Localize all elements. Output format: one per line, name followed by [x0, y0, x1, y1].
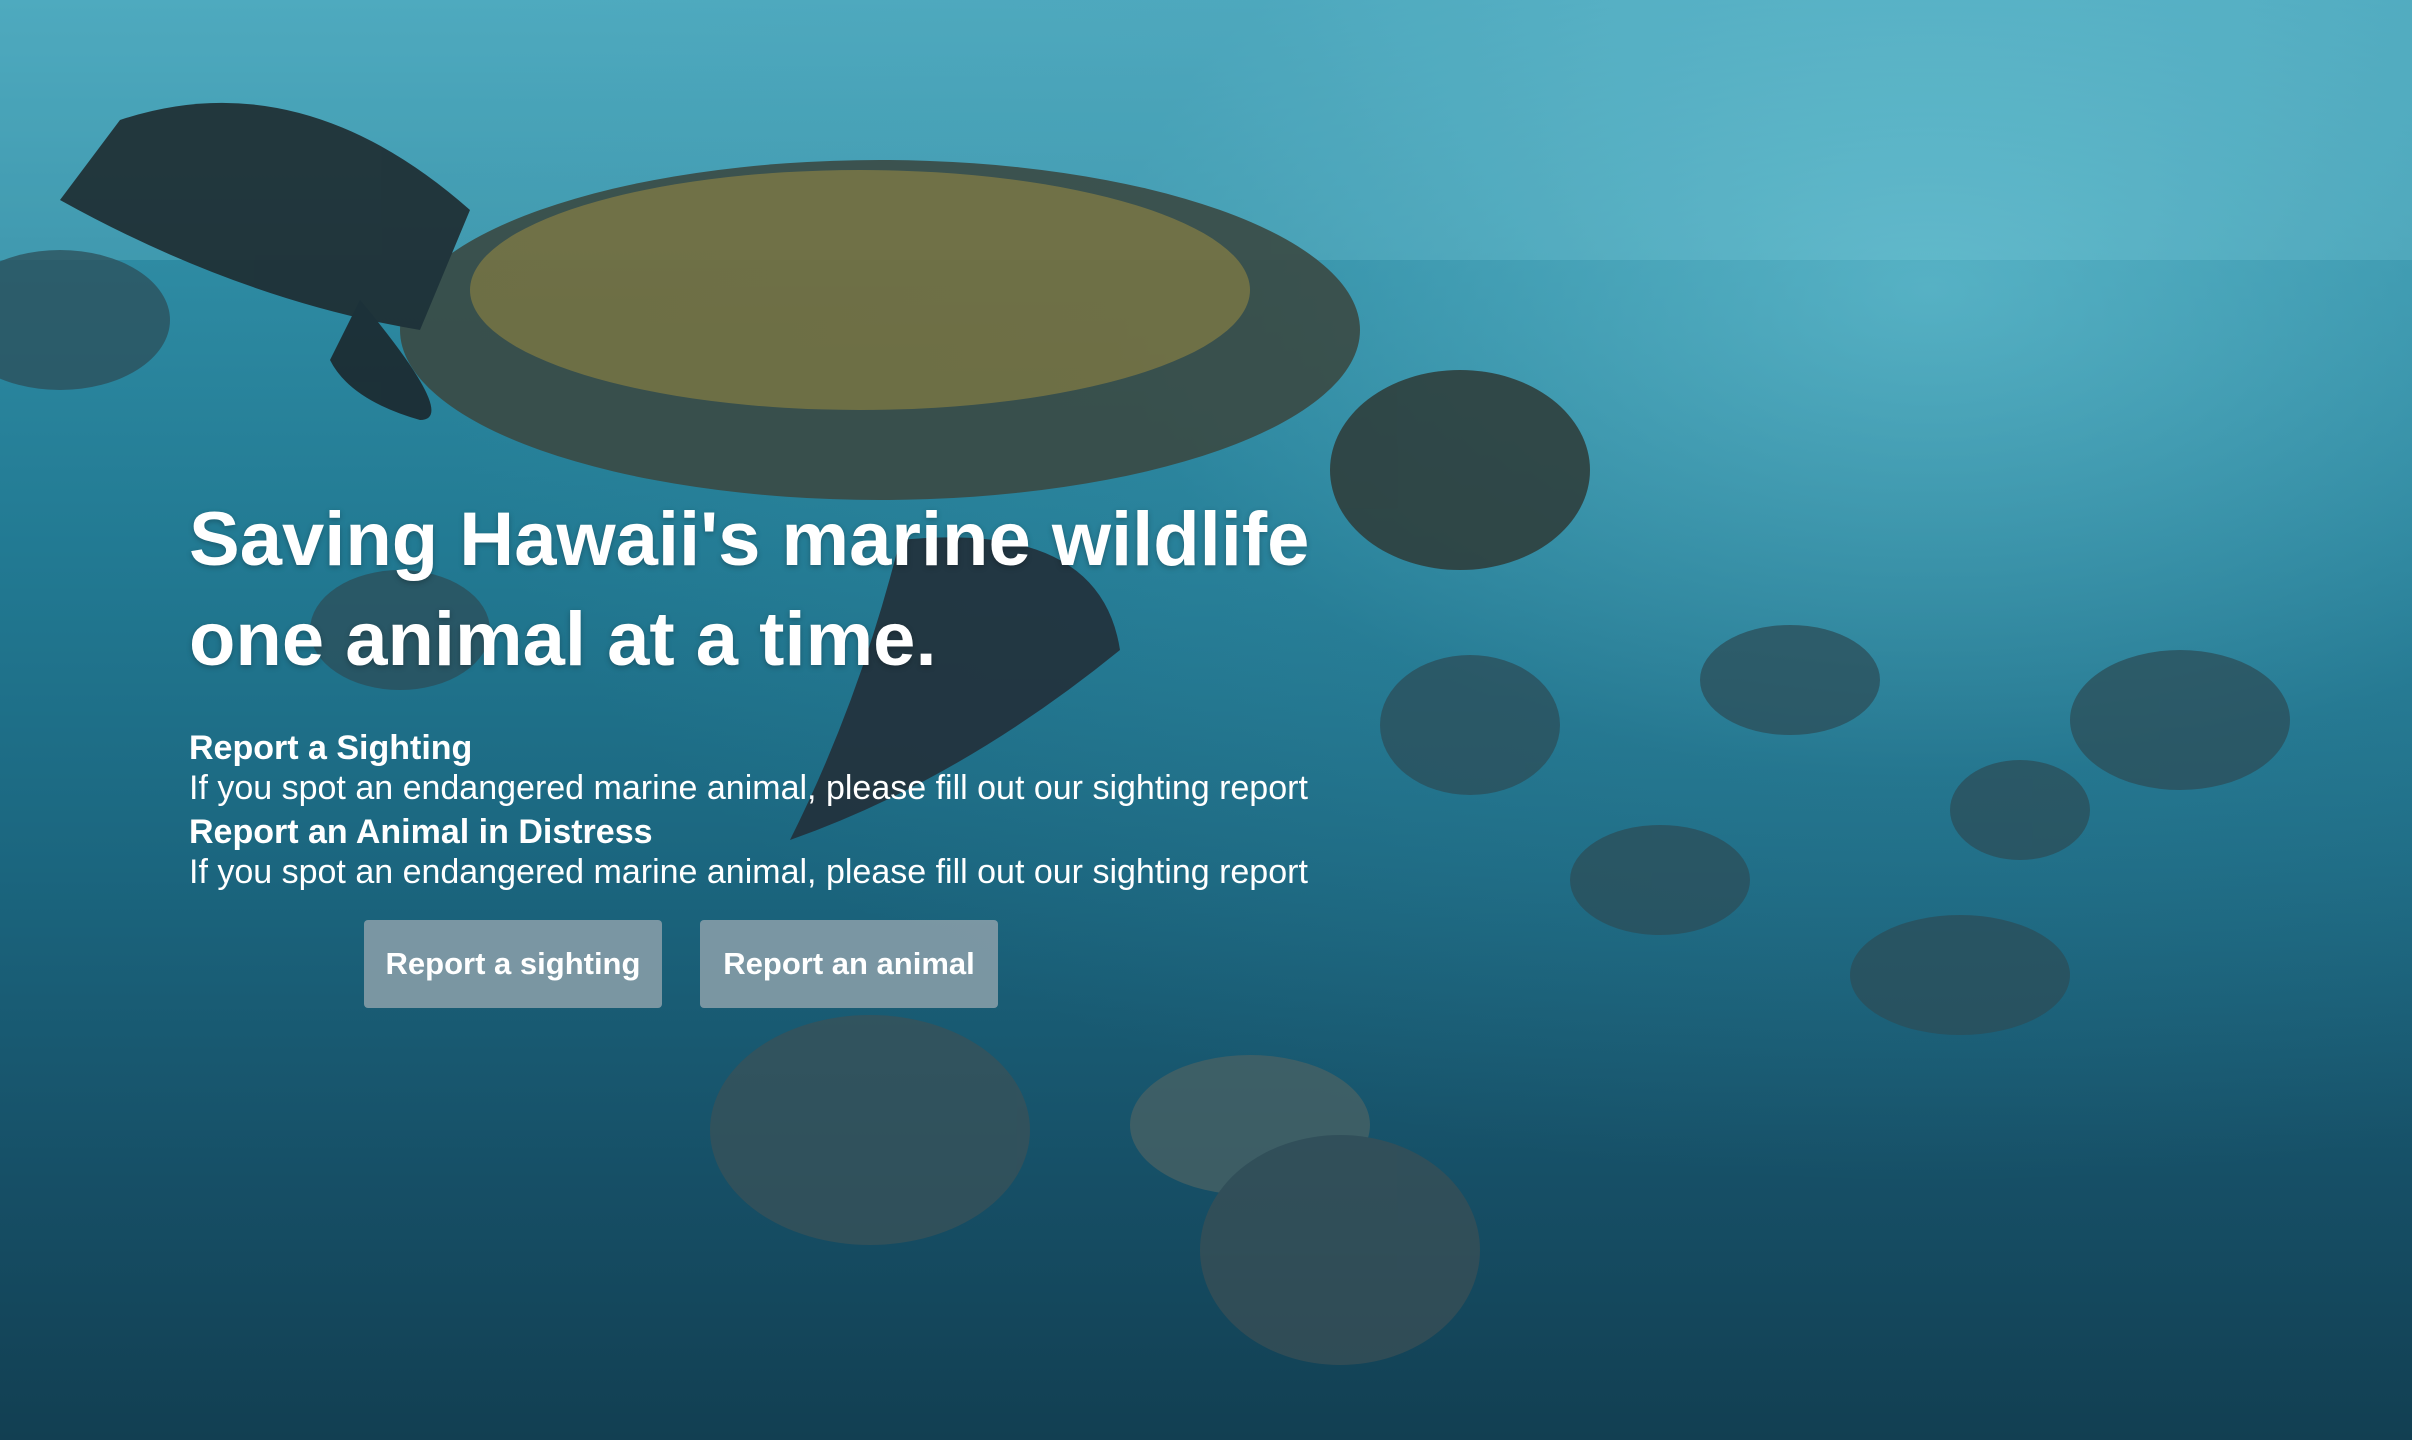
report-animal-button[interactable]: Report an animal — [700, 920, 998, 1008]
report-distress-description: If you spot an endangered marine animal,… — [189, 853, 1308, 891]
action-buttons: Report a sighting Report an animal — [364, 920, 998, 1008]
page-headline: Saving Hawaii's marine wildlife one anim… — [189, 490, 1489, 690]
headline-line-2: one animal at a time. — [189, 597, 937, 682]
hero-section: Saving Hawaii's marine wildlife one anim… — [0, 0, 2412, 1440]
headline-line-1: Saving Hawaii's marine wildlife — [189, 497, 1310, 582]
info-sections: Report a Sighting If you spot an endange… — [189, 728, 1489, 892]
report-sighting-description: If you spot an endangered marine animal,… — [189, 769, 1308, 807]
report-sighting-title: Report a Sighting — [189, 729, 473, 767]
report-sighting-button[interactable]: Report a sighting — [364, 920, 662, 1008]
hero-content: Saving Hawaii's marine wildlife one anim… — [189, 490, 1489, 896]
report-distress-title: Report an Animal in Distress — [189, 813, 653, 851]
